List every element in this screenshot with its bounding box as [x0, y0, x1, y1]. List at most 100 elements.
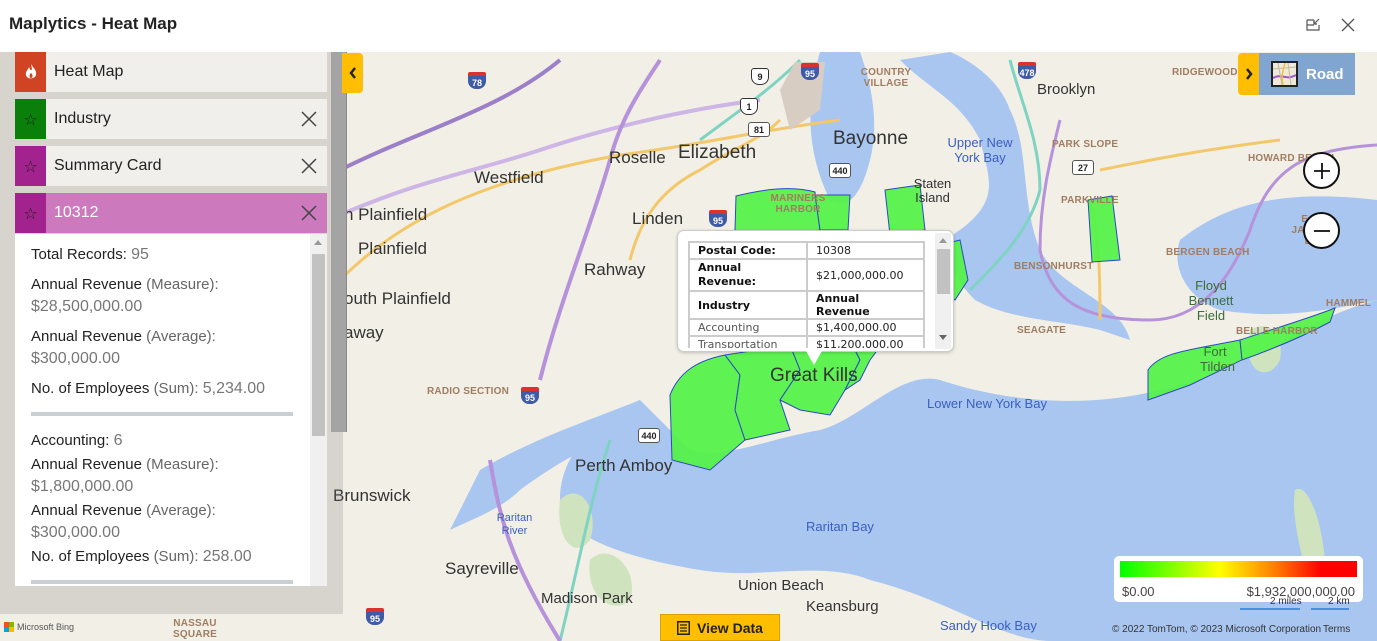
layer-row-industry[interactable]: ☆ Industry: [15, 99, 327, 139]
layer-row-summary-card[interactable]: ☆ Summary Card: [15, 146, 327, 186]
scroll-down-icon[interactable]: [939, 335, 947, 340]
road-style-button[interactable]: Road: [1259, 53, 1355, 95]
map-label-elizabeth: Elizabeth: [678, 142, 757, 163]
map-label-great-kills: Great Kills: [770, 365, 858, 386]
revenue-cell: $1,400,000.00: [806, 318, 925, 337]
layer-icon-bg: [15, 52, 46, 92]
map-label-rahway: Rahway: [584, 260, 646, 279]
map-label-ridgewood: RIDGEWOOD: [1172, 67, 1238, 78]
bing-attribution: Microsoft Bing: [4, 622, 74, 632]
layer-row-heat-map[interactable]: Heat Map: [15, 52, 327, 92]
scroll-thumb[interactable]: [937, 249, 950, 294]
remove-layer-button[interactable]: [291, 99, 327, 139]
map-label-mariners-harbor: MARINERS HARBOR: [770, 193, 826, 215]
annual-revenue-label: Annual Revenue:: [688, 258, 808, 292]
employees-sum-value: 5,234.00: [202, 380, 266, 397]
star-icon: ☆: [23, 109, 38, 129]
map-label-hammel: HAMMEL: [1326, 298, 1372, 309]
route-shield-27: 27: [1072, 160, 1094, 175]
road-style-label: Road: [1306, 65, 1344, 83]
view-data-button[interactable]: View Data: [660, 614, 780, 641]
close-window-button[interactable]: [1335, 12, 1361, 38]
chevron-right-icon: [1245, 68, 1253, 80]
revenue-cell: $11,200,000.00: [806, 335, 925, 348]
route-shield-i95-south: 95: [709, 210, 727, 227]
industry-cell: Accounting: [688, 318, 808, 337]
scale-km-label: 2 km: [1328, 596, 1350, 607]
map-label-sandy-hook-bay: Sandy Hook Bay: [940, 618, 1037, 633]
scale-miles-label: 2 miles: [1270, 596, 1302, 607]
map-label-seagate: SEAGATE: [1017, 325, 1066, 336]
scroll-thumb[interactable]: [312, 254, 325, 436]
route-shield-440-south: 440: [638, 428, 660, 443]
legend-min-label: $0.00: [1122, 584, 1155, 599]
layer-row-10312[interactable]: ☆ 10312: [15, 193, 327, 233]
microsoft-logo-icon: [4, 622, 14, 632]
popup-content: Postal Code: 10308 Annual Revenue: $21,0…: [688, 241, 925, 348]
revenue-measure-label: Annual Revenue (Measure):: [31, 274, 293, 296]
popup-table: Postal Code: 10308 Annual Revenue: $21,0…: [688, 241, 925, 348]
group-revenue-average-label: Annual Revenue (Average):: [31, 500, 293, 522]
panel-scrollbar[interactable]: [331, 52, 347, 432]
popup-table-row: Accounting $1,400,000.00: [688, 318, 925, 337]
flame-icon: [25, 64, 36, 79]
map-label-bergen-beach: BERGEN BEACH: [1166, 247, 1250, 258]
map-label-brunswick: Brunswick: [333, 486, 411, 505]
zoom-in-button[interactable]: [1303, 152, 1340, 189]
metric-name: No. of Employees: [31, 380, 150, 397]
remove-layer-button[interactable]: [291, 146, 327, 186]
popup-row-annual-revenue: Annual Revenue: $21,000,000.00: [688, 258, 925, 292]
close-icon: [301, 205, 317, 221]
summary-scrollbar[interactable]: [310, 234, 327, 586]
layer-icon-bg: ☆: [15, 99, 46, 139]
restore-down-button[interactable]: [1300, 12, 1326, 38]
close-icon: [301, 111, 317, 127]
map-label-south-plainfield: outh Plainfield: [344, 289, 451, 308]
app-title: Maplytics - Heat Map: [9, 14, 178, 33]
map-label-brooklyn: Brooklyn: [1037, 81, 1096, 98]
map-style-control: Road: [1238, 53, 1355, 95]
list-icon: [677, 620, 691, 635]
map-label-westfield: Westfield: [474, 168, 544, 187]
metric-modifier: (Sum):: [153, 548, 199, 565]
heat-legend: $0.00 $1,932,000,000.00: [1114, 556, 1363, 602]
map-label-floyd-bennett-field: Floyd Bennett Field: [1188, 278, 1234, 323]
minus-icon: [1313, 229, 1330, 232]
view-data-label: View Data: [697, 619, 763, 636]
star-icon: ☆: [23, 156, 38, 176]
expand-map-style-button[interactable]: [1238, 53, 1259, 95]
metric-name: Annual Revenue: [31, 328, 142, 345]
terms-link[interactable]: Terms: [1323, 624, 1350, 635]
route-shield-us1: 1: [740, 98, 758, 115]
total-records-label: Total Records: [31, 246, 123, 263]
employees-sum: No. of Employees (Sum): 5,234.00: [31, 378, 293, 400]
collapse-panel-button[interactable]: [342, 53, 363, 93]
map-label-linden: Linden: [632, 209, 684, 228]
remove-layer-button[interactable]: [291, 193, 327, 233]
group-employees-sum: No. of Employees (Sum): 258.00: [31, 546, 293, 568]
star-icon: ☆: [23, 203, 38, 223]
map-label-perth-amboy: Perth Amboy: [575, 456, 673, 475]
metric-modifier: (Average):: [146, 328, 216, 345]
popup-scrollbar[interactable]: [935, 233, 951, 349]
group-revenue-measure-label: Annual Revenue (Measure):: [31, 454, 293, 476]
zoom-out-button[interactable]: [1303, 212, 1340, 249]
chevron-left-icon: [348, 67, 356, 79]
map-label-country-village: COUNTRY VILLAGE: [860, 67, 912, 89]
scroll-up-icon[interactable]: [314, 240, 322, 245]
popup-table-row: Transportation $11,200,000.00: [688, 335, 925, 348]
col-revenue-header: Annual Revenue: [806, 290, 925, 320]
metric-modifier: (Average):: [146, 502, 216, 519]
layer-label: 10312: [54, 204, 99, 221]
info-popup: Postal Code: 10308 Annual Revenue: $21,0…: [677, 230, 954, 352]
popup-pointer: [806, 351, 822, 365]
scroll-up-icon[interactable]: [939, 238, 947, 243]
postal-code-value: 10308: [807, 241, 925, 260]
title-bar: Maplytics - Heat Map: [0, 0, 1377, 52]
layer-icon-bg: ☆: [15, 146, 46, 186]
scale-bar-miles: [1240, 608, 1300, 610]
layer-label: Industry: [54, 110, 111, 127]
map-label-roselle: Roselle: [609, 148, 666, 167]
close-icon: [1341, 18, 1355, 32]
col-industry-header: Industry: [688, 290, 808, 320]
